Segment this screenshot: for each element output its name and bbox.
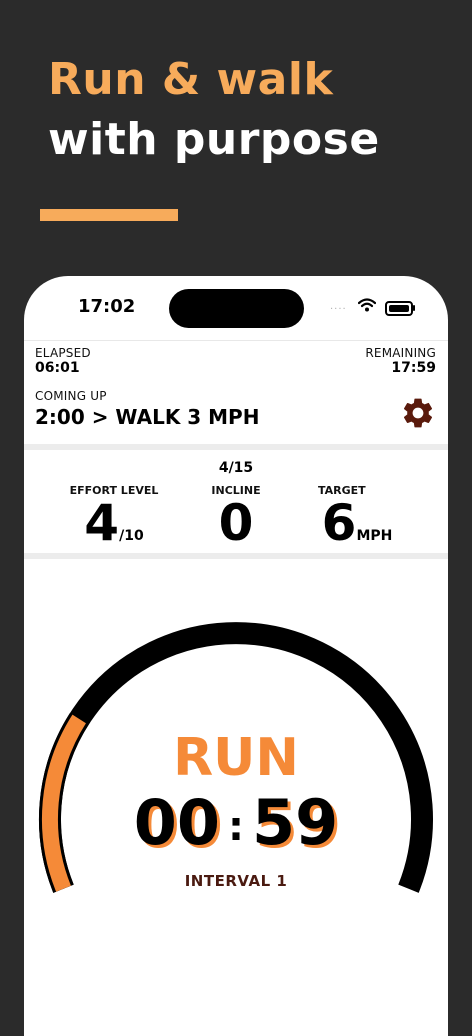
- effort-stat: EFFORT LEVEL 4/10: [66, 484, 162, 562]
- run-mode-label: RUN: [173, 728, 299, 788]
- status-bar: 17:02 ····: [24, 276, 448, 338]
- target-stat: TARGET 6MPH: [312, 484, 402, 562]
- target-unit: MPH: [356, 528, 393, 544]
- signal-icon: ····: [330, 304, 347, 315]
- battery-icon: [385, 301, 413, 316]
- timer-seconds: 59: [252, 786, 339, 859]
- dynamic-island: [169, 289, 304, 328]
- coming-up-block: COMING UP 2:00 > WALK 3 MPH: [35, 389, 259, 429]
- elapsed-label: ELAPSED: [35, 346, 91, 360]
- remaining-label: REMAINING: [365, 346, 436, 360]
- timer-minutes: 00: [133, 786, 220, 859]
- target-value: 6: [321, 494, 357, 552]
- divider: [24, 444, 448, 450]
- stats-panel: 4/15 EFFORT LEVEL 4/10 INCLINE 0 TARGET …: [24, 452, 448, 553]
- timer-separator: :: [228, 803, 244, 850]
- accent-divider: [40, 209, 178, 221]
- elapsed-block: ELAPSED 06:01: [35, 346, 91, 376]
- divider: [24, 553, 448, 559]
- countdown-timer: 00:59: [24, 786, 448, 859]
- incline-stat: INCLINE 0: [204, 484, 268, 549]
- phone-screen: 17:02 ···· ELAPSED 06:01 REMAINING 17:59…: [24, 276, 448, 1036]
- remaining-block: REMAINING 17:59: [365, 346, 436, 376]
- workout-info: ELAPSED 06:01 REMAINING 17:59 COMING UP …: [24, 340, 448, 445]
- remaining-value: 17:59: [391, 360, 436, 376]
- interval-label: INTERVAL 1: [184, 872, 288, 890]
- effort-unit: /10: [119, 528, 144, 544]
- headline: Run & walk with purpose: [48, 50, 380, 170]
- incline-value: 0: [218, 494, 254, 552]
- coming-up-label: COMING UP: [35, 389, 107, 403]
- gear-icon[interactable]: [400, 395, 436, 431]
- effort-value: 4: [84, 494, 120, 552]
- interval-count: 4/15: [218, 460, 254, 476]
- headline-line-1: Run & walk: [48, 54, 334, 105]
- status-time: 17:02: [78, 296, 136, 317]
- wifi-icon: [358, 298, 376, 312]
- battery-nub: [413, 305, 415, 311]
- elapsed-value: 06:01: [35, 360, 80, 376]
- headline-line-2: with purpose: [48, 114, 380, 165]
- coming-up-value: 2:00 > WALK 3 MPH: [35, 405, 260, 429]
